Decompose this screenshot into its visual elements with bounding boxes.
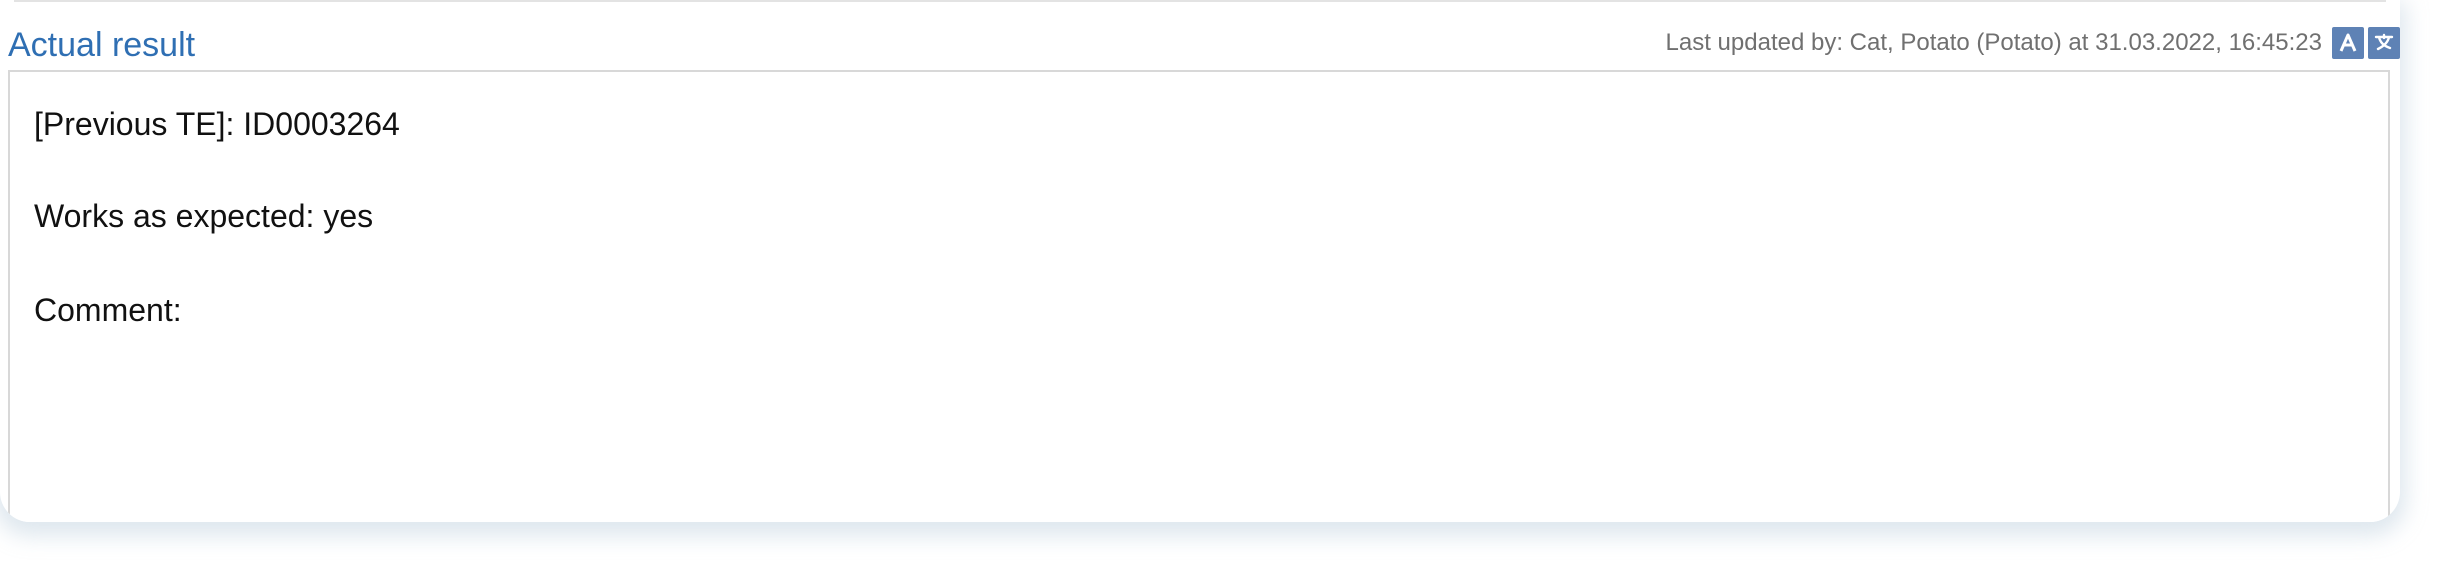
editor-line-works-as-expected: Works as expected: yes xyxy=(34,198,374,234)
section-header: Actual result Last updated by: Cat, Pota… xyxy=(0,8,2400,70)
translate-icon[interactable] xyxy=(2368,27,2400,59)
editor-line-comment: Comment: xyxy=(34,292,182,328)
last-updated-bar: Last updated by: Cat, Potato (Potato) at… xyxy=(1666,26,2400,60)
editor-line-previous-te: [Previous TE]: ID0003264 xyxy=(34,106,400,142)
actual-result-card: Actual result Last updated by: Cat, Pota… xyxy=(0,0,2400,522)
top-divider xyxy=(14,0,2386,2)
text-format-icon[interactable] xyxy=(2332,27,2364,59)
last-updated-text: Last updated by: Cat, Potato (Potato) at… xyxy=(1665,29,2322,56)
actual-result-editor[interactable]: [Previous TE]: ID0003264 Works as expect… xyxy=(8,70,2390,522)
section-title: Actual result xyxy=(8,26,196,64)
